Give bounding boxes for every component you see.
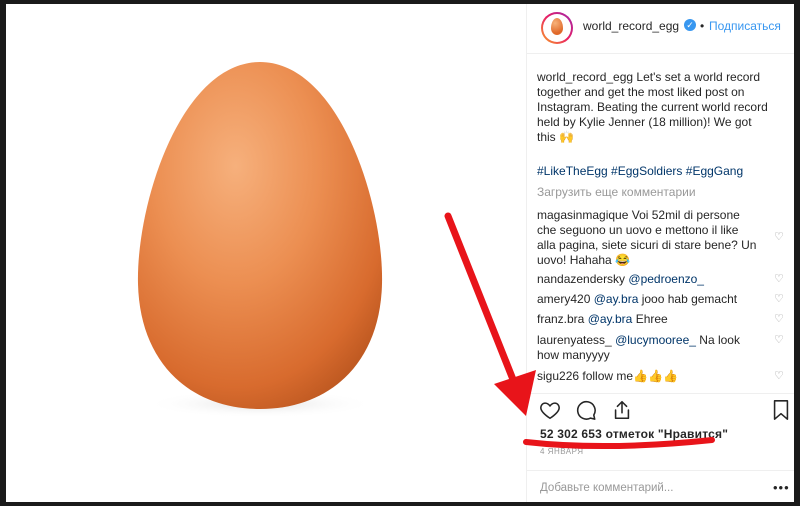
comment-text: follow me👍👍👍 — [579, 369, 678, 383]
comment-mention[interactable]: @pedroenzo_ — [628, 272, 704, 286]
more-options-icon[interactable]: ••• — [773, 480, 790, 495]
post-header: world_record_egg ✓ • Подписаться — [527, 4, 794, 54]
comment-mention[interactable]: @ay.bra — [588, 312, 633, 326]
share-icon[interactable] — [611, 399, 633, 421]
comment-like-heart-icon[interactable]: ♡ — [774, 292, 784, 305]
comment-username[interactable]: laurenyatess_ — [537, 333, 612, 347]
comment-username[interactable]: magasinmagique — [537, 208, 628, 222]
comment-item: magasinmagique Voi 52mil di persone che … — [537, 208, 759, 268]
caption-username[interactable]: world_record_egg — [537, 70, 633, 84]
comment-username[interactable]: sigu226 — [537, 369, 579, 383]
comment-like-heart-icon[interactable]: ♡ — [774, 272, 784, 285]
post-date[interactable]: 4 января — [540, 447, 584, 456]
separator-dot: • — [700, 19, 705, 33]
egg-shape — [137, 62, 383, 409]
post-caption: world_record_egg Let's set a world recor… — [537, 70, 769, 145]
comment-item: laurenyatess_ @lucymooree_ Na look how m… — [537, 333, 759, 363]
comment-mention[interactable]: @ay.bra — [594, 292, 639, 306]
post-side-panel: world_record_egg ✓ • Подписаться world_r… — [526, 4, 794, 502]
bookmark-icon[interactable] — [771, 399, 791, 421]
hashtags[interactable]: #LikeTheEgg #EggSoldiers #EggGang — [537, 164, 743, 178]
verified-badge-icon: ✓ — [684, 19, 696, 31]
heart-icon[interactable] — [539, 399, 561, 421]
avatar[interactable] — [541, 12, 573, 44]
add-comment-placeholder[interactable]: Добавьте комментарий... — [540, 482, 673, 494]
comment-mention[interactable]: @lucymooree_ — [615, 333, 696, 347]
egg-image — [137, 62, 383, 418]
likes-count[interactable]: 52 302 653 отметок "Нравится" — [540, 427, 728, 441]
comment-text: Ehree — [632, 312, 668, 326]
comment-item: amery420 @ay.bra jooo hab gemacht — [537, 292, 759, 307]
add-comment-field[interactable]: Добавьте комментарий... ••• — [527, 470, 794, 502]
post-photo[interactable] — [6, 4, 526, 502]
comment-like-heart-icon[interactable]: ♡ — [774, 333, 784, 346]
comment-username[interactable]: nandazendersky — [537, 272, 625, 286]
comment-username[interactable]: franz.bra — [537, 312, 584, 326]
comment-icon[interactable] — [575, 399, 597, 421]
comment-item: franz.bra @ay.bra Ehree — [537, 312, 759, 327]
instagram-post-window: world_record_egg ✓ • Подписаться world_r… — [6, 4, 794, 502]
comment-item: sigu226 follow me👍👍👍 — [537, 369, 759, 384]
comment-item: nandazendersky @pedroenzo_ — [537, 272, 759, 287]
username-link[interactable]: world_record_egg — [583, 19, 679, 33]
comment-username[interactable]: amery420 — [537, 292, 590, 306]
comment-text: jooo hab gemacht — [638, 292, 738, 306]
comment-like-heart-icon[interactable]: ♡ — [774, 369, 784, 382]
comment-like-heart-icon[interactable]: ♡ — [774, 230, 784, 243]
load-more-comments-button[interactable]: Загрузить еще комментарии — [537, 185, 696, 199]
comment-like-heart-icon[interactable]: ♡ — [774, 312, 784, 325]
follow-button[interactable]: Подписаться — [709, 19, 781, 33]
post-action-bar — [527, 393, 794, 424]
